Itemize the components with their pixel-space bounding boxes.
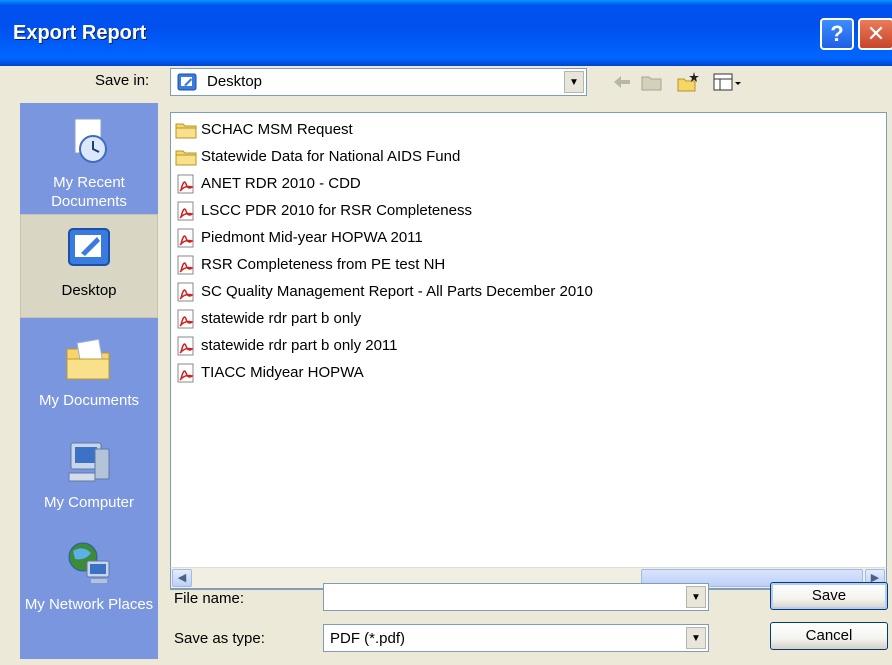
place-my-computer[interactable]: My Computer (20, 427, 158, 512)
place-my-network-places[interactable]: My Network Places (20, 529, 158, 614)
chevron-down-icon[interactable]: ▼ (564, 71, 584, 93)
recent-documents-icon (74, 118, 107, 163)
place-label: My Recent Documents (51, 174, 127, 210)
back-arrow-icon[interactable] (610, 70, 634, 94)
file-name: ANET RDR 2010 - CDD (201, 175, 361, 192)
file-name: Statewide Data for National AIDS Fund (201, 148, 461, 165)
save-button[interactable]: Save (770, 582, 888, 610)
file-name: LSCC PDR 2010 for RSR Completeness (201, 202, 472, 219)
view-menu-icon[interactable] (712, 70, 742, 94)
save-as-type-label: Save as type: (174, 630, 265, 647)
up-folder-icon[interactable] (640, 70, 664, 94)
place-label: My Network Places (24, 596, 154, 613)
file-name-input[interactable]: ▼ (323, 583, 709, 611)
file-name: RSR Completeness from PE test NH (201, 256, 446, 273)
file-name: statewide rdr part b only 2011 (201, 337, 398, 354)
save-as-type-dropdown[interactable]: PDF (*.pdf) ▼ (323, 624, 709, 652)
pdf-file-icon (177, 201, 194, 221)
place-label: My Computer (43, 494, 135, 511)
pdf-file-icon (177, 336, 194, 356)
save-in-label: Save in: (95, 72, 150, 89)
file-name: SC Quality Management Report - All Parts… (201, 283, 593, 300)
title-bar: Export Report ? ✕ (0, 0, 892, 66)
file-name: TIACC Midyear HOPWA (201, 364, 364, 381)
chevron-down-icon[interactable]: ▼ (686, 627, 706, 649)
place-my-documents[interactable]: My Documents (20, 325, 158, 410)
pdf-file-icon (177, 282, 194, 302)
my-computer-icon (68, 442, 110, 482)
folder-icon (175, 123, 197, 139)
new-folder-icon[interactable] (676, 70, 700, 94)
cancel-button[interactable]: Cancel (770, 622, 888, 650)
place-desktop[interactable]: Desktop (20, 214, 158, 318)
close-button[interactable]: ✕ (858, 18, 892, 50)
pdf-file-icon (177, 255, 194, 275)
window-title: Export Report (13, 22, 147, 44)
chevron-down-icon[interactable]: ▼ (686, 586, 706, 608)
file-name: Piedmont Mid-year HOPWA 2011 (201, 229, 423, 246)
file-name: statewide rdr part b only (201, 310, 362, 327)
file-name-label: File name: (174, 590, 245, 607)
my-documents-icon (66, 338, 110, 380)
file-list[interactable]: SCHAC MSM Request Statewide Data for Nat… (170, 112, 887, 590)
place-label: Desktop (61, 282, 117, 299)
file-name: SCHAC MSM Request (201, 121, 353, 138)
pdf-file-icon (177, 228, 194, 248)
save-in-value: Desktop (207, 73, 263, 90)
help-button[interactable]: ? (820, 18, 854, 50)
save-in-dropdown[interactable]: Desktop ▼ (170, 68, 587, 96)
save-as-type-value: PDF (*.pdf) (330, 630, 406, 647)
pdf-file-icon (177, 363, 194, 383)
place-my-recent-documents[interactable]: My Recent Documents (20, 107, 158, 211)
desktop-small-icon (177, 73, 197, 91)
folder-icon (175, 150, 197, 166)
pdf-file-icon (177, 309, 194, 329)
places-bar: My Recent Documents Desktop My Documents… (20, 103, 158, 659)
place-label: My Documents (38, 392, 140, 409)
desktop-icon (68, 228, 110, 266)
network-places-icon (68, 542, 110, 583)
pdf-file-icon (177, 174, 194, 194)
scroll-left-button[interactable]: ◀ (172, 569, 192, 587)
